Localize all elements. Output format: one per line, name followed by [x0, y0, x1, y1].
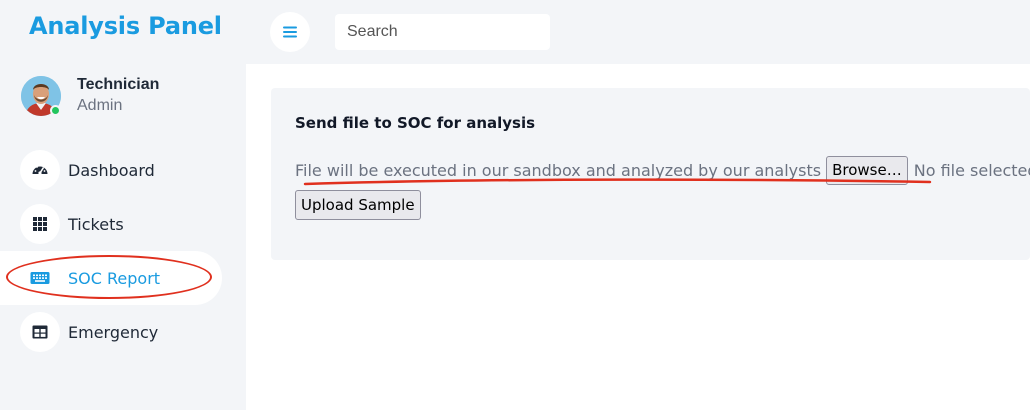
menu-toggle-button[interactable] — [270, 12, 310, 52]
gauge-icon — [20, 150, 60, 190]
online-status-dot — [50, 105, 61, 116]
sidebar-item-label: Emergency — [68, 323, 159, 342]
profile-role: Admin — [77, 97, 123, 114]
profile-name: Technician — [77, 76, 160, 93]
sidebar-item-label: Dashboard — [68, 161, 155, 180]
app-title: Analysis Panel — [29, 12, 222, 40]
annotation-underline — [303, 178, 932, 186]
card-title: Send file to SOC for analysis — [295, 114, 536, 132]
sidebar-item-dashboard[interactable]: Dashboard — [0, 143, 222, 197]
sidebar-item-emergency[interactable]: Emergency — [0, 305, 222, 359]
sidebar: Analysis Panel Technician Admin Dashboar… — [0, 0, 246, 410]
annotation-circle — [6, 255, 212, 299]
sidebar-item-label: Tickets — [68, 215, 124, 234]
top-bar — [246, 0, 1030, 64]
search-input[interactable] — [335, 14, 550, 50]
hamburger-icon — [283, 26, 297, 38]
upload-card: Send file to SOC for analysis File will … — [271, 88, 1030, 260]
grid-icon — [20, 204, 60, 244]
user-profile[interactable]: Technician Admin — [21, 76, 241, 118]
upload-sample-button[interactable]: Upload Sample — [295, 190, 421, 220]
table-icon — [20, 312, 60, 352]
sidebar-item-tickets[interactable]: Tickets — [0, 197, 222, 251]
